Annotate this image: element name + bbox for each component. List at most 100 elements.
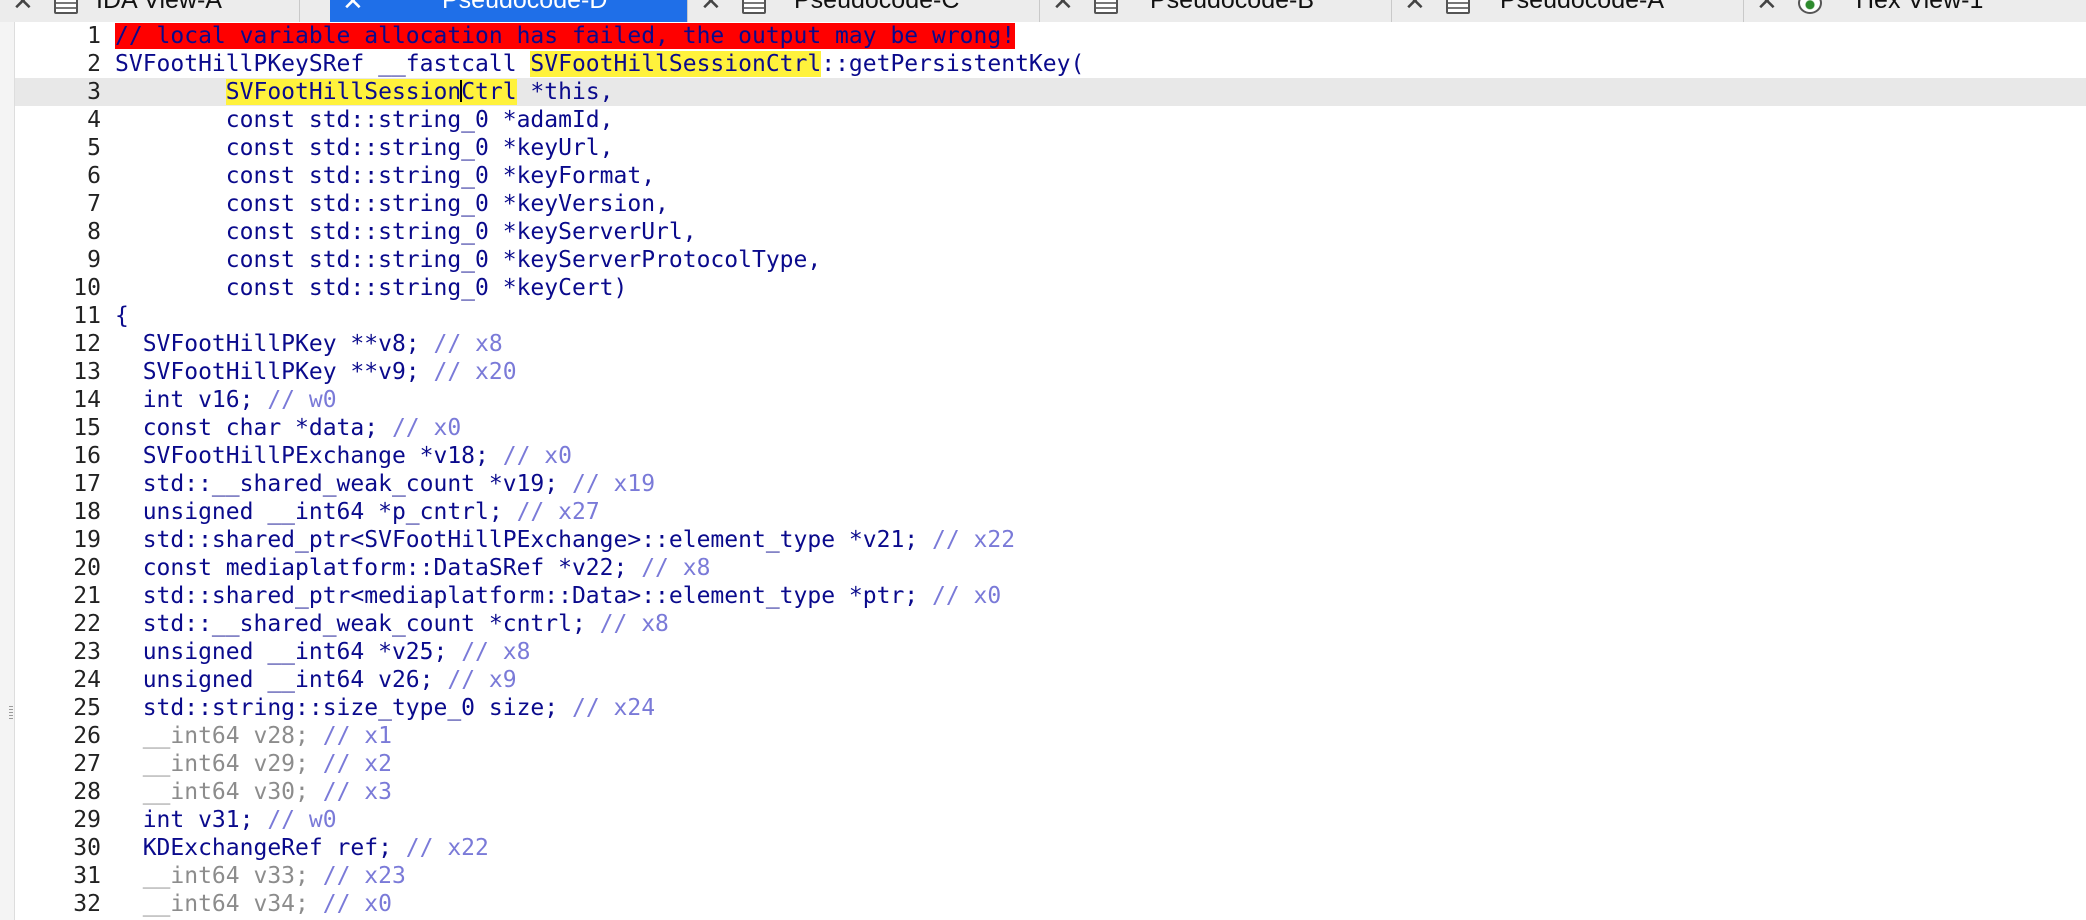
code-line[interactable]: 9 const std::string_0 *keyServerProtocol… [15, 246, 2086, 274]
code-statement: const std::string_0 *keyUrl, [115, 135, 614, 161]
register-comment: // x20 [433, 359, 517, 385]
code-text[interactable]: unsigned __int64 *p_cntrl; // x27 [115, 498, 600, 526]
tab-pseudocode-a[interactable]: ✕ Pseudocode-A [1392, 0, 1744, 22]
close-icon[interactable]: ✕ [12, 0, 34, 14]
code-text[interactable]: const std::string_0 *adamId, [115, 106, 614, 134]
listing-icon [742, 0, 766, 14]
code-line[interactable]: 8 const std::string_0 *keyServerUrl, [15, 218, 2086, 246]
code-line[interactable]: 27 __int64 v29; // x2 [15, 750, 2086, 778]
code-line[interactable]: 21 std::shared_ptr<mediaplatform::Data>:… [15, 582, 2086, 610]
resize-grip-icon[interactable] [9, 706, 13, 720]
highlighted-identifier[interactable]: SVFootHillSessionCtrl [530, 51, 822, 77]
code-line[interactable]: 19 std::shared_ptr<SVFootHillPExchange>:… [15, 526, 2086, 554]
code-line[interactable]: 3 SVFootHillSessionCtrl *this, [15, 78, 2086, 106]
code-statement: const std::string_0 *keyVersion, [115, 191, 669, 217]
code-line[interactable]: 13 SVFootHillPKey **v9; // x20 [15, 358, 2086, 386]
close-icon[interactable]: ✕ [1404, 0, 1426, 14]
code-statement: const std::string_0 *keyServerProtocolTy… [115, 247, 822, 273]
code-line[interactable]: 11 { [15, 302, 2086, 330]
code-line[interactable]: 7 const std::string_0 *keyVersion, [15, 190, 2086, 218]
code-line[interactable]: 25 std::string::size_type_0 size; // x24 [15, 694, 2086, 722]
code-text[interactable]: SVFootHillPKeySRef __fastcall SVFootHill… [115, 50, 1084, 78]
tab-ida-view-a[interactable]: ✕ IDA View-A [0, 0, 300, 22]
code-statement: std::shared_ptr<mediaplatform::Data>::el… [115, 583, 932, 609]
code-text[interactable]: std::__shared_weak_count *v19; // x19 [115, 470, 655, 498]
code-text[interactable]: SVFootHillPExchange *v18; // x0 [115, 442, 572, 470]
code-text[interactable]: std::shared_ptr<SVFootHillPExchange>::el… [115, 526, 1015, 554]
code-line[interactable]: 12 SVFootHillPKey **v8; // x8 [15, 330, 2086, 358]
code-text[interactable]: // local variable allocation has failed,… [115, 22, 1016, 50]
code-text[interactable]: const mediaplatform::DataSRef *v22; // x… [115, 554, 711, 582]
code-line[interactable]: 26 __int64 v28; // x1 [15, 722, 2086, 750]
code-line[interactable]: 15 const char *data; // x0 [15, 414, 2086, 442]
code-statement: std::string::size_type_0 size; [115, 695, 572, 721]
code-text[interactable]: SVFootHillPKey **v8; // x8 [115, 330, 503, 358]
code-text[interactable]: __int64 v33; // x23 [115, 862, 406, 890]
code-line[interactable]: 31 __int64 v33; // x23 [15, 862, 2086, 890]
tab-label: Pseudocode-A [1500, 0, 1665, 14]
register-comment: // x1 [322, 723, 392, 749]
code-line[interactable]: 24 unsigned __int64 v26; // x9 [15, 666, 2086, 694]
code-statement: const std::string_0 *keyServerUrl, [115, 219, 697, 245]
close-icon[interactable]: ✕ [700, 0, 722, 14]
tab-pseudocode-b[interactable]: ✕ Pseudocode-B [1040, 0, 1392, 22]
code-text[interactable]: __int64 v34; // x0 [115, 890, 392, 918]
close-icon[interactable]: ✕ [342, 0, 364, 14]
code-line[interactable]: 29 int v31; // w0 [15, 806, 2086, 834]
line-number: 20 [73, 555, 101, 581]
code-line[interactable]: 22 std::__shared_weak_count *cntrl; // x… [15, 610, 2086, 638]
tab-hex-view-1[interactable]: ✕ Hex View-1 [1744, 0, 2086, 22]
code-text[interactable]: SVFootHillPKey **v9; // x20 [115, 358, 517, 386]
code-text[interactable]: std::shared_ptr<mediaplatform::Data>::el… [115, 582, 1002, 610]
code-line[interactable]: 4 const std::string_0 *adamId, [15, 106, 2086, 134]
code-text[interactable]: const std::string_0 *keyServerUrl, [115, 218, 697, 246]
tab-pseudocode-c[interactable]: ✕ Pseudocode-C [688, 0, 1040, 22]
code-text[interactable]: const std::string_0 *keyVersion, [115, 190, 669, 218]
pseudocode-editor[interactable]: 1 // local variable allocation has failed… [15, 22, 2086, 920]
code-text[interactable]: __int64 v29; // x2 [115, 750, 392, 778]
code-line[interactable]: 1 // local variable allocation has failed… [15, 22, 2086, 50]
code-line[interactable]: 28 __int64 v30; // x3 [15, 778, 2086, 806]
code-text[interactable]: KDExchangeRef ref; // x22 [115, 834, 489, 862]
code-text[interactable]: const std::string_0 *keyUrl, [115, 134, 614, 162]
code-statement: unsigned __int64 *v25; [115, 639, 462, 665]
code-statement: SVFootHillPKey **v8; [115, 331, 434, 357]
code-line[interactable]: 32 __int64 v34; // x0 [15, 890, 2086, 918]
code-line[interactable]: 5 const std::string_0 *keyUrl, [15, 134, 2086, 162]
line-number: 1 [87, 23, 101, 49]
code-text[interactable]: std::__shared_weak_count *cntrl; // x8 [115, 610, 669, 638]
register-comment: // x22 [931, 527, 1016, 553]
code-line[interactable]: 23 unsigned __int64 *v25; // x8 [15, 638, 2086, 666]
code-line[interactable]: 20 const mediaplatform::DataSRef *v22; /… [15, 554, 2086, 582]
code-line[interactable]: 14 int v16; // w0 [15, 386, 2086, 414]
tab-pseudocode-d[interactable]: ✕ Pseudocode-D [330, 0, 688, 22]
code-line[interactable]: 2 SVFootHillPKeySRef __fastcall SVFootHil… [15, 50, 2086, 78]
code-line[interactable]: 10 const std::string_0 *keyCert) [15, 274, 2086, 302]
code-text[interactable]: const std::string_0 *keyFormat, [115, 162, 655, 190]
highlighted-identifier[interactable]: SVFootHillSessionCtrl [225, 79, 517, 105]
code-text[interactable]: unsigned __int64 *v25; // x8 [115, 638, 531, 666]
code-text[interactable]: std::string::size_type_0 size; // x24 [115, 694, 655, 722]
code-text[interactable]: SVFootHillSessionCtrl *this, [115, 78, 614, 106]
code-line[interactable]: 16 SVFootHillPExchange *v18; // x0 [15, 442, 2086, 470]
code-line[interactable]: 17 std::__shared_weak_count *v19; // x19 [15, 470, 2086, 498]
code-text[interactable]: int v16; // w0 [115, 386, 337, 414]
tab-bar: ✕ IDA View-A ✕ Pseudocode-D ✕ Pseudocode… [0, 0, 2086, 23]
code-text[interactable]: const std::string_0 *keyServerProtocolTy… [115, 246, 821, 274]
code-text[interactable]: int v31; // w0 [115, 806, 337, 834]
close-icon[interactable]: ✕ [1756, 0, 1778, 14]
line-number: 18 [73, 499, 101, 525]
close-icon[interactable]: ✕ [1052, 0, 1074, 14]
code-text[interactable]: __int64 v28; // x1 [115, 722, 392, 750]
code-text[interactable]: unsigned __int64 v26; // x9 [115, 666, 517, 694]
code-text[interactable]: const char *data; // x0 [115, 414, 462, 442]
code-statement: const char *data; [115, 415, 392, 441]
code-line[interactable]: 18 unsigned __int64 *p_cntrl; // x27 [15, 498, 2086, 526]
code-text[interactable]: { [115, 302, 129, 330]
code-line[interactable]: 30 KDExchangeRef ref; // x22 [15, 834, 2086, 862]
line-number: 16 [73, 443, 101, 469]
code-text[interactable]: __int64 v30; // x3 [115, 778, 392, 806]
code-line[interactable]: 6 const std::string_0 *keyFormat, [15, 162, 2086, 190]
line-number: 6 [87, 163, 101, 189]
code-text[interactable]: const std::string_0 *keyCert) [115, 274, 628, 302]
